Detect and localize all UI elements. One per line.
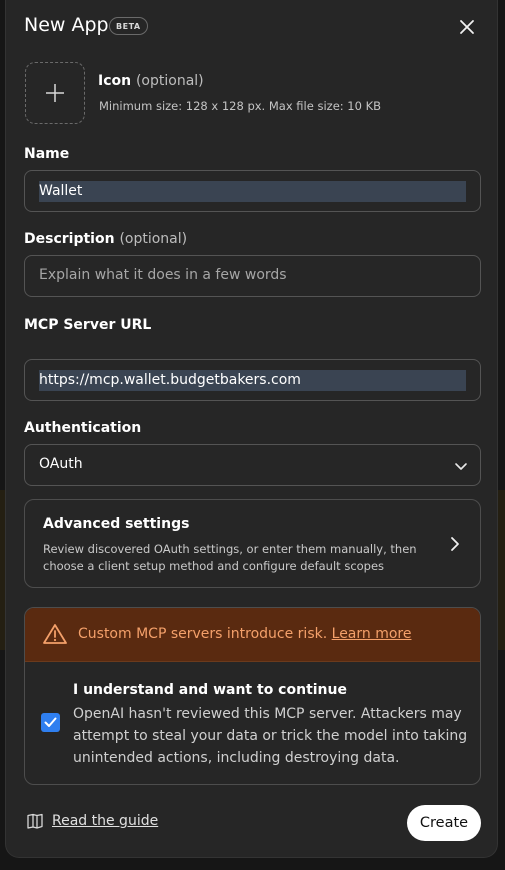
acknowledge-description: OpenAI hasn't reviewed this MCP server. … [73, 706, 468, 766]
description-input[interactable]: Explain what it does in a few words [24, 255, 481, 297]
authentication-value: OAuth [39, 456, 83, 472]
server-url-value: https://mcp.wallet.budgetbakers.com [39, 370, 466, 391]
read-guide-text: Read the guide [52, 813, 159, 829]
chevron-right-icon [451, 537, 459, 551]
book-icon [27, 813, 43, 829]
chevron-down-icon [455, 463, 467, 470]
name-input[interactable]: Wallet [24, 170, 481, 212]
description-placeholder: Explain what it does in a few words [39, 267, 287, 283]
server-url-input[interactable]: https://mcp.wallet.budgetbakers.com [24, 359, 481, 401]
authentication-label: Authentication [24, 420, 142, 436]
advanced-settings-title: Advanced settings [43, 516, 190, 532]
learn-more-link[interactable]: Learn more [332, 626, 412, 642]
risk-warning-text: Custom MCP servers introduce risk. Learn… [78, 626, 412, 642]
name-input-value: Wallet [39, 181, 466, 202]
new-app-modal: New App BETA Icon (optional) Minimum siz… [5, 0, 498, 858]
risk-panel: Custom MCP servers introduce risk. Learn… [24, 607, 481, 785]
check-icon [44, 717, 57, 727]
icon-label: Icon (optional) [98, 73, 204, 89]
advanced-settings-description: Review discovered OAuth settings, or ent… [43, 542, 417, 573]
warning-icon [43, 624, 67, 644]
plus-icon [46, 84, 64, 102]
advanced-settings-card[interactable]: Advanced settings Review discovered OAut… [24, 499, 481, 588]
close-icon [460, 20, 474, 34]
acknowledge-title: I understand and want to continue [73, 682, 347, 698]
modal-title: New App [24, 14, 109, 36]
server-url-label: MCP Server URL [24, 317, 152, 333]
name-label: Name [24, 146, 70, 162]
beta-badge: BETA [109, 17, 148, 35]
icon-upload-area[interactable] [25, 62, 85, 124]
risk-warning-header: Custom MCP servers introduce risk. Learn… [25, 608, 480, 662]
acknowledge-checkbox[interactable] [41, 713, 60, 732]
read-guide-link[interactable]: Read the guide [26, 813, 158, 829]
create-button[interactable]: Create [407, 805, 481, 841]
close-button[interactable] [456, 16, 478, 38]
description-label: Description (optional) [24, 231, 188, 247]
authentication-dropdown[interactable]: OAuth [24, 444, 481, 486]
icon-size-hint: Minimum size: 128 x 128 px. Max file siz… [99, 99, 382, 113]
